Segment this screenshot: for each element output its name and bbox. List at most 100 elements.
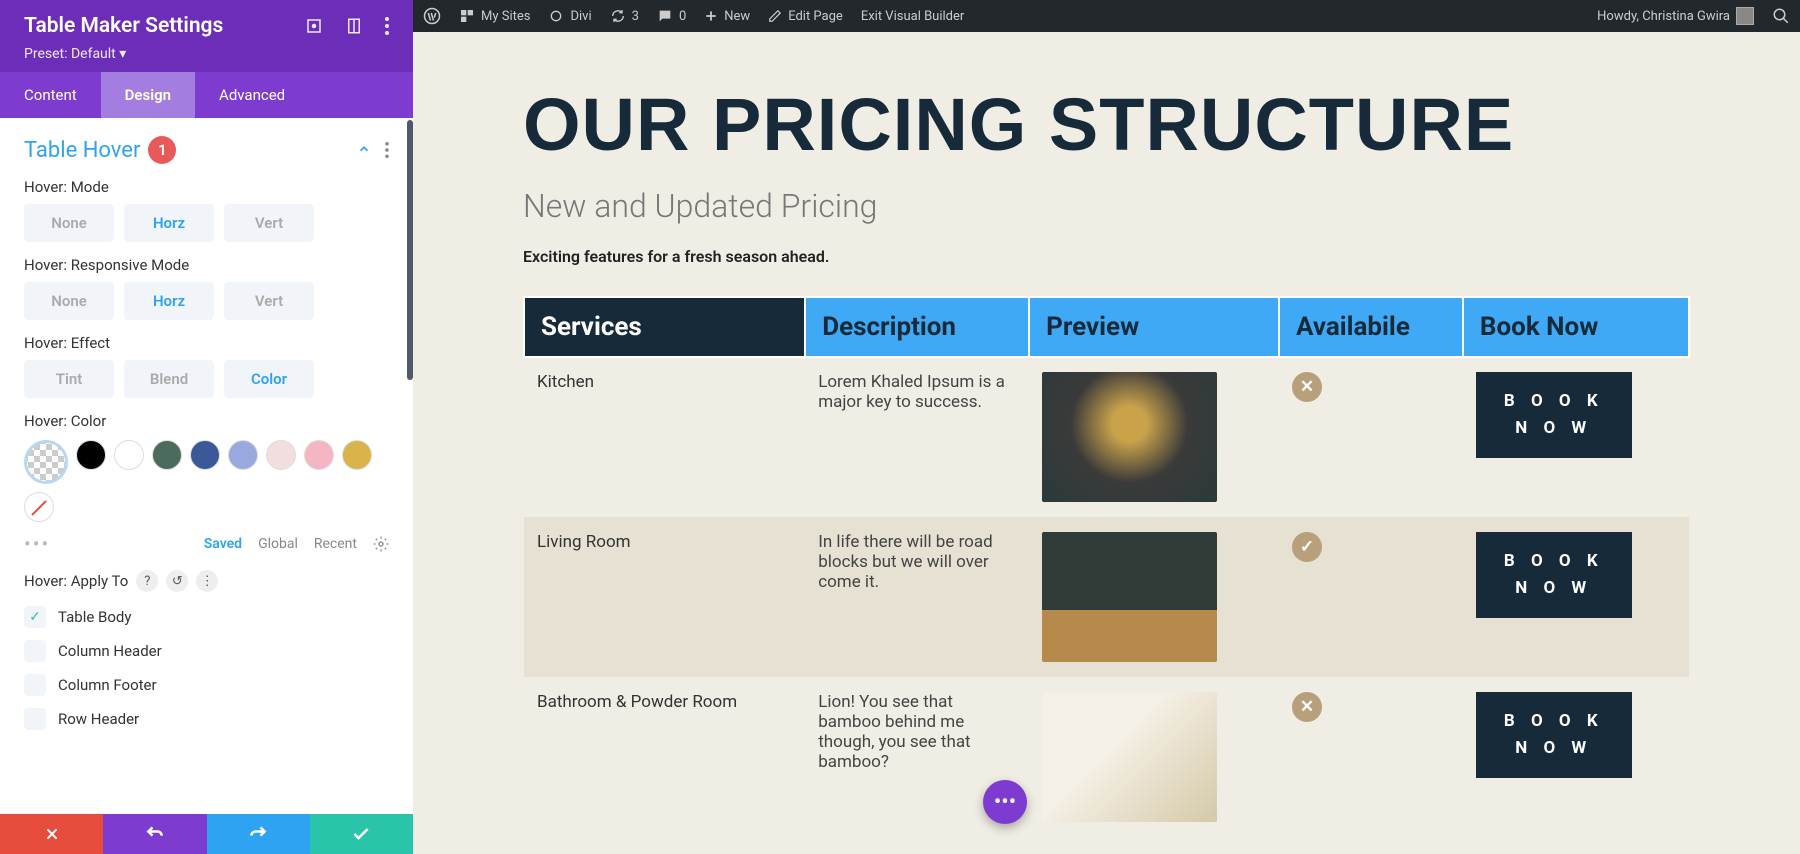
table-row: Kitchen Lorem Khaled Ipsum is a major ke… xyxy=(524,357,1689,517)
hover-color-label: Hover: Color xyxy=(24,412,389,430)
hover-effect-label: Hover: Effect xyxy=(24,334,389,352)
service-cell: Living Room xyxy=(524,517,805,677)
settings-tabs: Content Design Advanced xyxy=(0,72,413,118)
field-more-icon[interactable]: ⋮ xyxy=(196,570,218,592)
wp-admin-bar: My Sites Divi 3 0 New Edit Page Exit Vis… xyxy=(413,0,1800,32)
tab-design[interactable]: Design xyxy=(101,72,195,118)
page-subtitle: New and Updated Pricing xyxy=(523,187,1690,225)
edit-page-link[interactable]: Edit Page xyxy=(768,9,843,24)
more-swatches-icon[interactable]: ••• xyxy=(24,532,50,556)
cancel-button[interactable] xyxy=(0,814,103,854)
apply-checkbox-row[interactable]: Column Footer xyxy=(24,668,389,702)
main-area: My Sites Divi 3 0 New Edit Page Exit Vis… xyxy=(413,0,1800,854)
more-icon[interactable] xyxy=(385,17,389,35)
color-swatches xyxy=(24,440,389,522)
swatch-transparent[interactable] xyxy=(24,440,68,484)
hover-mode-none[interactable]: None xyxy=(24,204,114,242)
hover-mode-horz[interactable]: Horz xyxy=(124,204,214,242)
description-cell: Lorem Khaled Ipsum is a major key to suc… xyxy=(805,357,1029,517)
search-icon[interactable] xyxy=(1772,7,1790,25)
responsive-icon[interactable] xyxy=(345,17,363,35)
module-options-fab[interactable]: ••• xyxy=(983,780,1027,824)
comments-link[interactable]: 0 xyxy=(657,8,686,24)
swatch-black[interactable] xyxy=(76,440,106,470)
hover-resp-horz[interactable]: Horz xyxy=(124,282,214,320)
close-icon: ✕ xyxy=(1292,372,1322,402)
page-description: Exciting features for a fresh season ahe… xyxy=(523,247,1690,266)
my-sites-link[interactable]: My Sites xyxy=(459,8,530,24)
undo-button[interactable] xyxy=(103,814,206,854)
collapse-icon[interactable] xyxy=(357,142,371,158)
check-icon: ✓ xyxy=(1292,532,1322,562)
preview-image xyxy=(1042,692,1217,822)
hover-mode-label: Hover: Mode xyxy=(24,178,389,196)
section-more-icon[interactable] xyxy=(385,142,389,158)
help-icon[interactable]: ? xyxy=(136,570,158,592)
redo-button[interactable] xyxy=(207,814,310,854)
updates-link[interactable]: 3 xyxy=(610,8,639,24)
preview-cell xyxy=(1029,357,1279,517)
available-cell: ✓ xyxy=(1279,517,1463,677)
book-now-button[interactable]: B O O KN O W xyxy=(1476,372,1632,458)
checkbox-icon: ✓ xyxy=(24,606,46,628)
checkbox-label: Table Body xyxy=(58,608,131,626)
palette-saved[interactable]: Saved xyxy=(204,536,242,552)
panel-body: Table Hover 1 Hover: Mode None Horz Vert… xyxy=(0,118,413,814)
reset-icon[interactable]: ↺ xyxy=(166,570,188,592)
hover-effect-blend[interactable]: Blend xyxy=(124,360,214,398)
exit-builder-link[interactable]: Exit Visual Builder xyxy=(861,9,964,24)
panel-header: Table Maker Settings Preset: Default ▾ xyxy=(0,0,413,72)
panel-footer xyxy=(0,814,413,854)
table-header-cell: Availabile xyxy=(1279,297,1463,357)
hover-resp-vert[interactable]: Vert xyxy=(224,282,314,320)
swatch-gold[interactable] xyxy=(342,440,372,470)
checkbox-icon xyxy=(24,640,46,662)
swatch-pink[interactable] xyxy=(304,440,334,470)
new-link[interactable]: New xyxy=(704,9,750,24)
wp-logo-icon[interactable] xyxy=(423,7,441,25)
checkbox-label: Row Header xyxy=(58,710,139,728)
tab-advanced[interactable]: Advanced xyxy=(195,72,309,118)
preset-selector[interactable]: Preset: Default ▾ xyxy=(24,46,389,62)
hover-apply-label: Hover: Apply To ? ↺ ⋮ xyxy=(24,570,389,592)
annotation-badge: 1 xyxy=(148,136,176,164)
palette-recent[interactable]: Recent xyxy=(314,536,357,552)
hover-mode-vert[interactable]: Vert xyxy=(224,204,314,242)
hover-effect-tint[interactable]: Tint xyxy=(24,360,114,398)
tab-content[interactable]: Content xyxy=(0,72,101,118)
site-link[interactable]: Divi xyxy=(548,8,591,24)
save-button[interactable] xyxy=(310,814,413,854)
expand-icon[interactable] xyxy=(305,17,323,35)
palette-settings-icon[interactable] xyxy=(373,536,389,552)
section-title: Table Hover xyxy=(24,138,140,163)
checkbox-icon xyxy=(24,708,46,730)
hover-resp-none[interactable]: None xyxy=(24,282,114,320)
service-cell: Bathroom & Powder Room xyxy=(524,677,805,837)
checkbox-label: Column Footer xyxy=(58,676,157,694)
table-header-cell: Book Now xyxy=(1463,297,1689,357)
howdy-link[interactable]: Howdy, Christina Gwira xyxy=(1597,7,1754,25)
page-content: OUR PRICING STRUCTURE New and Updated Pr… xyxy=(413,32,1800,854)
table-header-cell: Services xyxy=(524,297,805,357)
swatch-none[interactable] xyxy=(24,492,54,522)
swatch-lavender[interactable] xyxy=(228,440,258,470)
apply-checkbox-row[interactable]: Column Header xyxy=(24,634,389,668)
swatch-blue[interactable] xyxy=(190,440,220,470)
apply-checkbox-row[interactable]: Row Header xyxy=(24,702,389,736)
book-now-button[interactable]: B O O KN O W xyxy=(1476,532,1632,618)
book-cell: B O O KN O W xyxy=(1463,357,1689,517)
avatar xyxy=(1736,7,1754,25)
swatch-green[interactable] xyxy=(152,440,182,470)
book-now-button[interactable]: B O O KN O W xyxy=(1476,692,1632,778)
table-row: Bathroom & Powder Room Lion! You see tha… xyxy=(524,677,1689,837)
swatch-blush[interactable] xyxy=(266,440,296,470)
hover-effect-color[interactable]: Color xyxy=(224,360,314,398)
table-header-cell: Preview xyxy=(1029,297,1279,357)
apply-checkbox-row[interactable]: ✓ Table Body xyxy=(24,600,389,634)
preview-cell xyxy=(1029,517,1279,677)
palette-global[interactable]: Global xyxy=(258,536,298,552)
service-cell: Kitchen xyxy=(524,357,805,517)
swatch-white[interactable] xyxy=(114,440,144,470)
table-header-cell: Description xyxy=(805,297,1029,357)
checkbox-label: Column Header xyxy=(58,642,162,660)
